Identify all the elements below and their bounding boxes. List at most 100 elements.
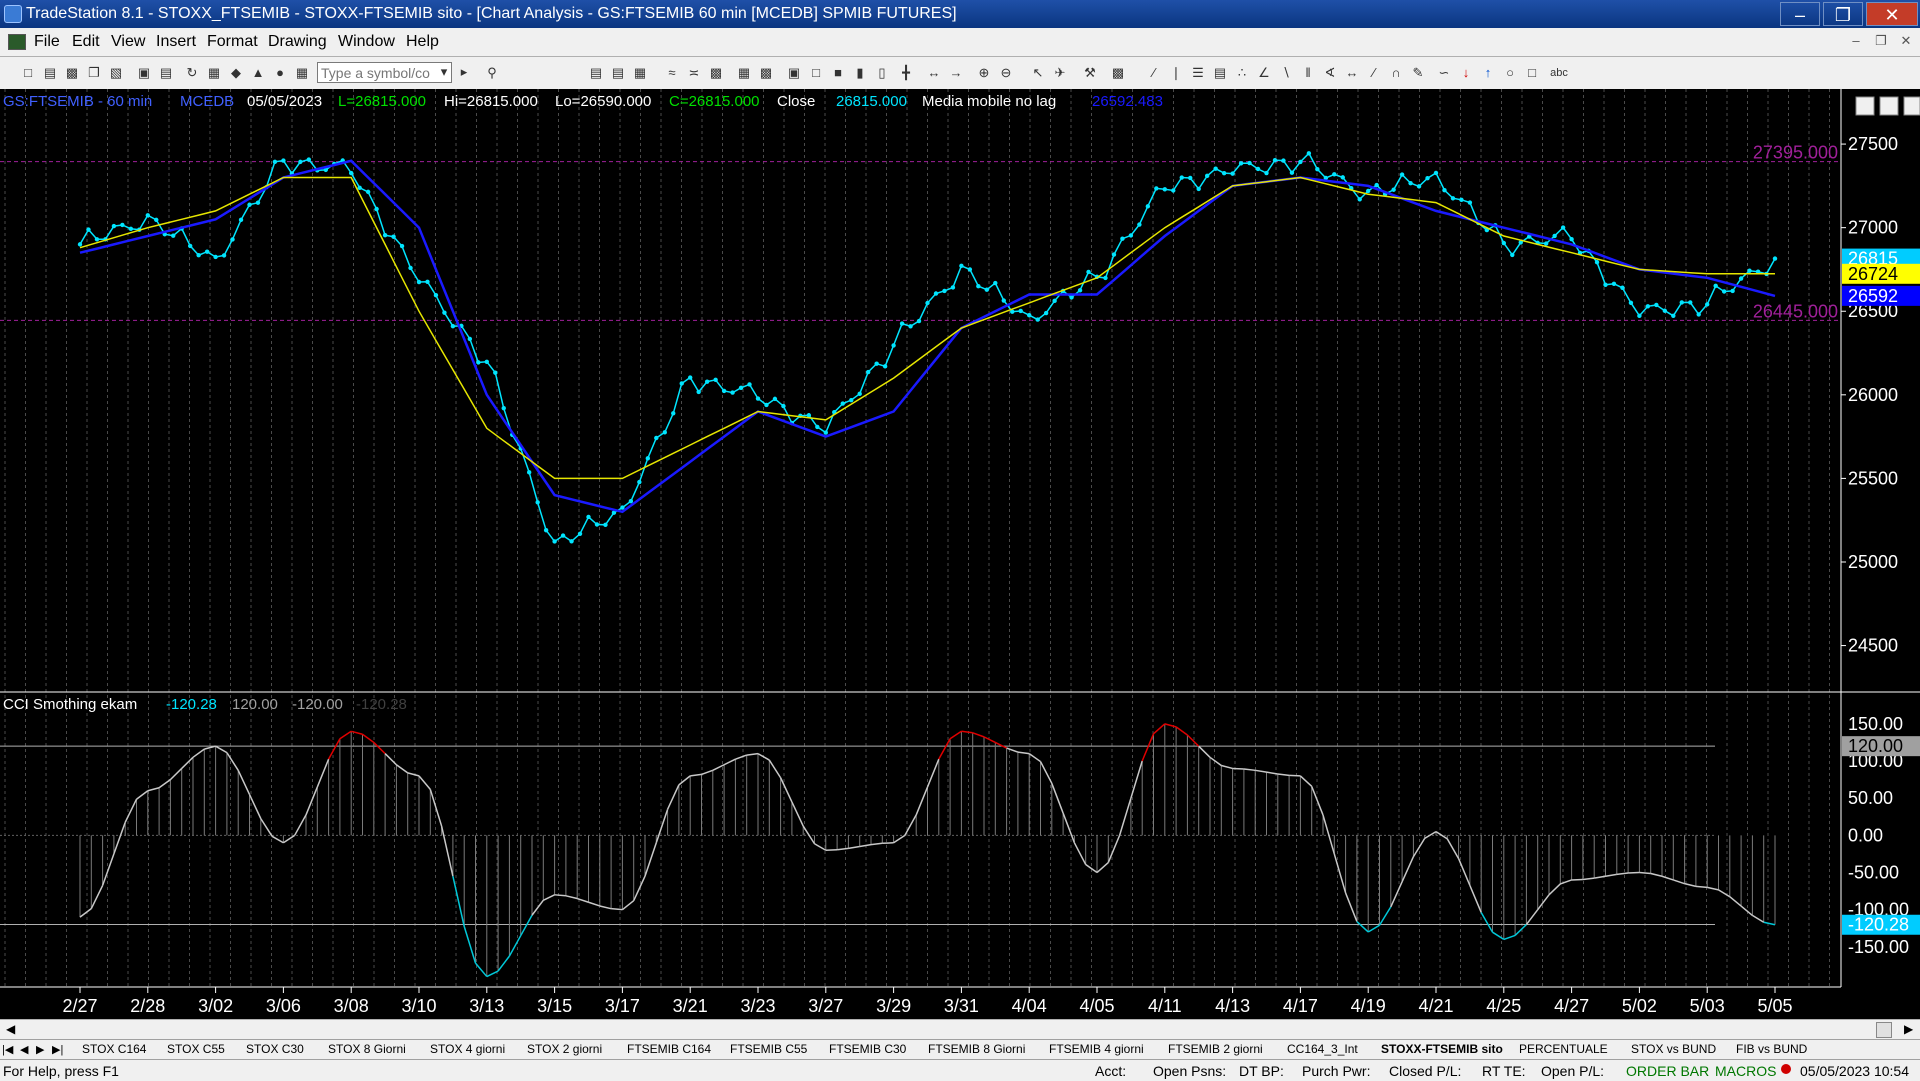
- tab-nav-last-icon[interactable]: ▶|: [52, 1043, 63, 1056]
- news-icon[interactable]: ▣: [786, 65, 802, 81]
- minimize-button[interactable]: –: [1780, 2, 1820, 26]
- arc-icon[interactable]: ∩: [1388, 65, 1404, 81]
- paste-icon[interactable]: ▧: [108, 65, 124, 81]
- curve-icon[interactable]: ∽: [1436, 65, 1452, 81]
- panel-minimize-button[interactable]: [1856, 97, 1874, 115]
- tab-ftsemib-2-giorni[interactable]: FTSEMIB 2 giorni: [1168, 1042, 1263, 1056]
- tools-icon[interactable]: ⚒: [1082, 65, 1098, 81]
- order-bar-button[interactable]: ORDER BAR: [1626, 1063, 1709, 1079]
- play-icon[interactable]: ▸: [456, 64, 472, 80]
- radar-icon[interactable]: ●: [272, 65, 288, 81]
- menu-format[interactable]: Format: [207, 33, 258, 51]
- pointer-icon[interactable]: ↖: [1030, 65, 1046, 81]
- tab-stoxx-ftsemib-sito[interactable]: STOXX-FTSEMIB sito: [1381, 1042, 1503, 1056]
- mdi-restore-button[interactable]: ❐: [1871, 32, 1891, 50]
- open-icon[interactable]: ▤: [42, 65, 58, 81]
- horizontal-lines-icon[interactable]: ☰: [1190, 65, 1206, 81]
- tab-nav-prev-icon[interactable]: ◀: [20, 1043, 28, 1056]
- tab-ftsemib-c55[interactable]: FTSEMIB C55: [730, 1042, 807, 1056]
- parallel-icon[interactable]: ∕: [1366, 65, 1382, 81]
- tab-percentuale[interactable]: PERCENTUALE: [1519, 1042, 1608, 1056]
- tab-ftsemib-8-giorni[interactable]: FTSEMIB 8 Giorni: [928, 1042, 1025, 1056]
- menu-view[interactable]: View: [111, 33, 145, 51]
- menu-drawing[interactable]: Drawing: [268, 33, 327, 51]
- bar-chart-icon[interactable]: ▮: [852, 65, 868, 81]
- mdi-close-button[interactable]: ✕: [1896, 32, 1916, 50]
- trendline-icon[interactable]: ∕: [1146, 65, 1162, 81]
- menu-edit[interactable]: Edit: [72, 33, 100, 51]
- optionstation-icon[interactable]: ▩: [758, 65, 774, 81]
- tab-ftsemib-c30[interactable]: FTSEMIB C30: [829, 1042, 906, 1056]
- mdi-minimize-button[interactable]: –: [1846, 32, 1866, 50]
- save-icon[interactable]: ▩: [64, 65, 80, 81]
- histogram-icon[interactable]: ▯: [874, 65, 890, 81]
- radarscreen-icon[interactable]: ≍: [686, 65, 702, 81]
- buy-arrow-icon[interactable]: ↑: [1480, 65, 1496, 81]
- tab-stox-4-giorni[interactable]: STOX 4 giorni: [430, 1042, 505, 1056]
- channel-icon[interactable]: ▤: [1212, 65, 1228, 81]
- pen-icon[interactable]: ✎: [1410, 65, 1426, 81]
- panel-restore-button[interactable]: [1880, 97, 1898, 115]
- chevron-down-icon[interactable]: ▾: [436, 64, 452, 80]
- copy-icon[interactable]: ❐: [86, 65, 102, 81]
- chart-style-icon[interactable]: ▲: [250, 65, 266, 81]
- expand-icon[interactable]: ↔: [926, 65, 942, 81]
- rectangle-icon[interactable]: □: [1524, 65, 1540, 81]
- menu-help[interactable]: Help: [406, 33, 439, 51]
- tab-nav-next-icon[interactable]: ▶: [36, 1043, 44, 1056]
- compress-icon[interactable]: →: [948, 65, 964, 81]
- fib-fan-icon[interactable]: ∠: [1256, 65, 1272, 81]
- arrow-horizontal-icon[interactable]: ↔: [1344, 65, 1360, 81]
- gann-fan-icon[interactable]: ∢: [1322, 65, 1338, 81]
- tab-nav-first-icon[interactable]: |◀: [2, 1043, 13, 1056]
- chart-analysis-icon[interactable]: ≈: [664, 65, 680, 81]
- panel-close-button[interactable]: [1904, 97, 1920, 115]
- speed-lines-icon[interactable]: ∖: [1278, 65, 1294, 81]
- symbol-input[interactable]: Type a symbol/co: [317, 62, 452, 83]
- menu-window[interactable]: Window: [338, 33, 395, 51]
- tab-ftsemib-4-giorni[interactable]: FTSEMIB 4 giorni: [1049, 1042, 1144, 1056]
- indicator-icon[interactable]: ▩: [1110, 65, 1126, 81]
- tab-cc164-3-int[interactable]: CC164_3_Int: [1287, 1042, 1358, 1056]
- maximize-button[interactable]: ❐: [1823, 2, 1863, 26]
- account-icon[interactable]: ■: [830, 65, 846, 81]
- vertical-lines-icon[interactable]: ❘: [1168, 65, 1184, 81]
- lock-icon[interactable]: ◆: [228, 65, 244, 81]
- fib-time-icon[interactable]: ‖: [1300, 65, 1316, 81]
- ellipse-icon[interactable]: ○: [1502, 65, 1518, 81]
- menu-insert[interactable]: Insert: [156, 33, 196, 51]
- portfolio-icon[interactable]: □: [808, 65, 824, 81]
- tab-stox-c30[interactable]: STOX C30: [246, 1042, 304, 1056]
- hlc-bar-icon[interactable]: ╋: [898, 65, 914, 81]
- tab-stox-vs-bund[interactable]: STOX vs BUND: [1631, 1042, 1716, 1056]
- print-preview-icon[interactable]: ▤: [158, 65, 174, 81]
- refresh-icon[interactable]: ↻: [184, 65, 200, 81]
- horizontal-scrollbar[interactable]: ◀ ▶: [0, 1019, 1920, 1040]
- menu-file[interactable]: File: [34, 33, 60, 51]
- scanner-icon[interactable]: ▩: [708, 65, 724, 81]
- sell-arrow-icon[interactable]: ↓: [1458, 65, 1474, 81]
- tab-ftsemib-c164[interactable]: FTSEMIB C164: [627, 1042, 711, 1056]
- new-icon[interactable]: □: [20, 65, 36, 81]
- price-chart[interactable]: 27395.00026445.000 GS:FTSEMIB - 60 min M…: [0, 89, 1920, 1019]
- text-tool-icon[interactable]: abc: [1548, 65, 1570, 81]
- tab-stox-c164[interactable]: STOX C164: [82, 1042, 146, 1056]
- macros-button[interactable]: MACROS: [1715, 1063, 1776, 1079]
- chart-window[interactable]: 27395.00026445.000 GS:FTSEMIB - 60 min M…: [0, 89, 1920, 1019]
- window-tile-icon[interactable]: ▤: [588, 65, 604, 81]
- matrix-icon[interactable]: ▦: [736, 65, 752, 81]
- grid-icon[interactable]: ▦: [294, 65, 310, 81]
- window-cascade-icon[interactable]: ▤: [610, 65, 626, 81]
- scroll-thumb[interactable]: [1876, 1022, 1892, 1038]
- tab-stox-8-giorni[interactable]: STOX 8 Giorni: [328, 1042, 406, 1056]
- scroll-left-icon[interactable]: ◀: [6, 1022, 15, 1036]
- close-button[interactable]: ✕: [1866, 2, 1918, 26]
- scroll-right-icon[interactable]: ▶: [1904, 1022, 1913, 1036]
- data-tip-icon[interactable]: ✈: [1052, 65, 1068, 81]
- symbol-lookup-icon[interactable]: ⚲: [484, 65, 500, 81]
- zoom-out-icon[interactable]: ⊖: [998, 65, 1014, 81]
- tab-stox-c55[interactable]: STOX C55: [167, 1042, 225, 1056]
- tab-stox-2-giorni[interactable]: STOX 2 giorni: [527, 1042, 602, 1056]
- tab-fib-vs-bund[interactable]: FIB vs BUND: [1736, 1042, 1807, 1056]
- spreadsheet-icon[interactable]: ▦: [632, 65, 648, 81]
